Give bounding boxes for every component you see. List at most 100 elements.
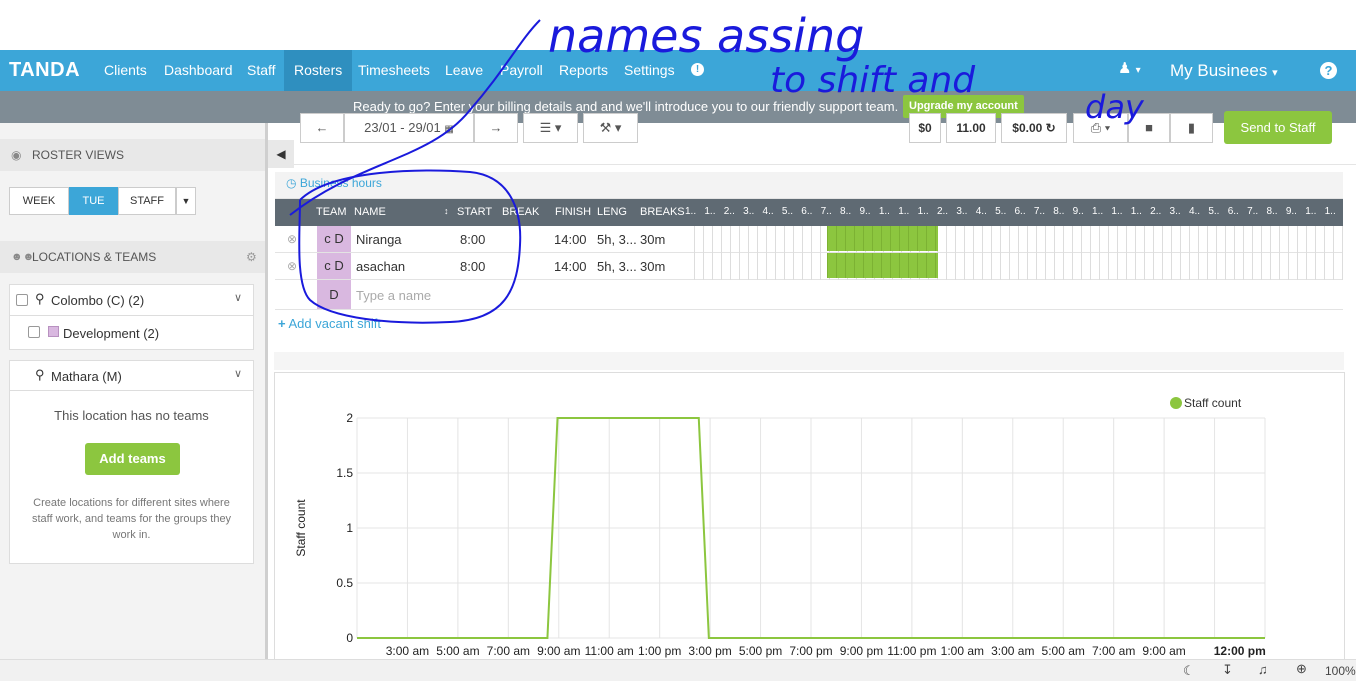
shift-bar[interactable] bbox=[827, 253, 938, 278]
list-menu-icon[interactable]: ☰ ▾ bbox=[523, 113, 578, 143]
nav-rosters[interactable]: Rosters bbox=[284, 50, 353, 91]
col-length[interactable]: LENG bbox=[597, 206, 627, 218]
shift-bar[interactable] bbox=[827, 226, 938, 251]
hour-label: 1.. bbox=[1130, 206, 1142, 217]
send-to-staff-button[interactable]: Send to Staff bbox=[1224, 111, 1332, 144]
remove-icon[interactable]: ⊗ bbox=[287, 232, 297, 246]
comment-icon[interactable]: ▮ bbox=[1170, 113, 1213, 143]
roster-views-header: ◉ ROSTER VIEWS bbox=[0, 139, 265, 171]
help-circle-icon[interactable]: ! bbox=[691, 63, 704, 76]
hour-label: 8.. bbox=[840, 206, 852, 217]
hour-label: 4.. bbox=[762, 206, 774, 217]
team-cell[interactable]: D bbox=[317, 280, 351, 309]
remove-icon[interactable]: ⊗ bbox=[287, 259, 297, 273]
colombo-checkbox[interactable] bbox=[16, 294, 28, 306]
finish-time[interactable]: 14:00 bbox=[554, 259, 587, 274]
view-week-button[interactable]: WEEK bbox=[9, 187, 69, 215]
start-time[interactable]: 8:00 bbox=[460, 232, 485, 247]
y-tick-label: 1 bbox=[346, 521, 353, 535]
col-breaks[interactable]: BREAKS bbox=[640, 206, 685, 218]
zoom-level[interactable]: 100% bbox=[1325, 664, 1356, 678]
add-teams-button[interactable]: Add teams bbox=[85, 443, 180, 475]
chart-svg: 0 0.5 1 1.5 2 3:00 am 5:00 am 7:00 am 9:00 am 11… bbox=[294, 396, 1266, 658]
staff-name[interactable]: Niranga bbox=[356, 232, 402, 247]
team-name: Development (2) bbox=[63, 326, 160, 341]
hour-label: 2.. bbox=[936, 206, 949, 217]
chevron-down-icon[interactable]: ∨ bbox=[234, 291, 242, 304]
nav-leave[interactable]: Leave bbox=[435, 50, 493, 91]
panel-splitter[interactable] bbox=[265, 123, 268, 659]
hour-label: 3.. bbox=[956, 206, 968, 217]
nav-timesheets[interactable]: Timesheets bbox=[348, 50, 440, 91]
timeline-grid[interactable] bbox=[694, 226, 1344, 280]
cost-total: $0 bbox=[909, 113, 941, 143]
business-menu[interactable]: My Businees ▾ bbox=[1170, 50, 1278, 91]
hour-label: 1.. bbox=[1092, 206, 1104, 217]
col-break[interactable]: BREAK bbox=[502, 206, 539, 218]
wrench-menu-icon[interactable]: ⚒ ▾ bbox=[583, 113, 638, 143]
wage-total[interactable]: $0.00 ↻ bbox=[1001, 113, 1067, 143]
date-range-picker[interactable]: 23/01 - 29/01 ▦ bbox=[344, 113, 474, 143]
nav-reports[interactable]: Reports bbox=[549, 50, 618, 91]
hour-label: 3.. bbox=[1169, 206, 1181, 217]
nav-settings[interactable]: Settings bbox=[614, 50, 685, 91]
nav-payroll[interactable]: Payroll bbox=[490, 50, 553, 91]
col-team[interactable]: TEAM bbox=[316, 206, 347, 218]
moon-icon[interactable]: ☾ bbox=[1183, 663, 1195, 679]
x-tick-label: 5:00 pm bbox=[739, 644, 782, 658]
team-cell[interactable]: c D bbox=[317, 253, 351, 279]
hour-label: 2.. bbox=[1150, 206, 1162, 217]
x-tick-label: 7:00 am bbox=[1092, 644, 1135, 658]
hour-label: 7.. bbox=[1033, 206, 1045, 217]
add-vacant-shift-link[interactable]: + Add vacant shift bbox=[278, 316, 381, 331]
team-cell[interactable]: c D bbox=[317, 226, 351, 252]
shift-length: 5h, 3... bbox=[597, 259, 637, 274]
y-tick-label: 2 bbox=[346, 411, 353, 425]
x-tick-label: 7:00 am bbox=[487, 644, 530, 658]
hour-label: 7.. bbox=[1247, 206, 1259, 217]
map-pin-icon: ⚲ bbox=[35, 367, 45, 382]
next-week-button[interactable]: → bbox=[474, 113, 518, 143]
business-hours-toggle[interactable]: ◷ Business hours bbox=[286, 176, 382, 190]
nav-clients[interactable]: Clients bbox=[94, 50, 157, 91]
view-dropdown-icon[interactable]: ▼ bbox=[176, 187, 196, 215]
col-start[interactable]: START bbox=[457, 206, 492, 218]
hour-labels: 1.. 1.. 2.. 3.. 4.. 5.. 6.. 7.. 8.. 9.. 1.. 1.. 1.. 2… bbox=[684, 199, 1343, 226]
y-tick-label: 1.5 bbox=[336, 466, 353, 480]
hour-label: 5.. bbox=[781, 206, 794, 217]
hour-label: 1.. bbox=[685, 206, 697, 217]
user-menu-icon[interactable]: ♟ ▾ bbox=[1118, 59, 1141, 77]
breaks-value[interactable]: 30m bbox=[640, 259, 665, 274]
x-tick-label: 1:00 am bbox=[941, 644, 984, 658]
hour-label: 4.. bbox=[975, 206, 987, 217]
gear-icon[interactable]: ⚙ bbox=[246, 241, 257, 273]
hour-label: 6.. bbox=[1014, 206, 1026, 217]
development-checkbox[interactable] bbox=[28, 326, 40, 338]
col-name[interactable]: NAME bbox=[354, 206, 386, 218]
view-staff-button[interactable]: STAFF bbox=[118, 187, 176, 215]
hour-label: 7.. bbox=[820, 206, 832, 217]
roster-table-header: TEAM NAME ↕ START BREAK FINISH LENG BREA… bbox=[275, 199, 1343, 226]
zoom-icon[interactable]: ⊕ bbox=[1296, 661, 1307, 677]
download-icon[interactable]: ↧ bbox=[1222, 662, 1233, 678]
breaks-value[interactable]: 30m bbox=[640, 232, 665, 247]
name-input[interactable]: Type a name bbox=[356, 288, 431, 303]
collapse-panel-icon[interactable]: ◀ bbox=[268, 140, 294, 168]
start-time[interactable]: 8:00 bbox=[460, 259, 485, 274]
col-finish[interactable]: FINISH bbox=[555, 206, 591, 218]
hour-label: 8.. bbox=[1053, 206, 1065, 217]
location-name: Colombo (C) (2) bbox=[51, 293, 145, 308]
nav-dashboard[interactable]: Dashboard bbox=[154, 50, 243, 91]
prev-week-button[interactable]: ← bbox=[300, 113, 344, 143]
chevron-down-icon[interactable]: ∨ bbox=[234, 367, 242, 380]
nav-staff[interactable]: Staff bbox=[237, 50, 286, 91]
tanda-logo[interactable]: TANDA bbox=[9, 59, 80, 82]
speaker-icon[interactable]: ♫ bbox=[1258, 662, 1268, 677]
print-menu-icon[interactable]: ⎙ ▾ bbox=[1073, 113, 1128, 143]
question-icon[interactable]: ? bbox=[1320, 62, 1337, 79]
hour-label: 5.. bbox=[1208, 206, 1220, 217]
view-tue-button[interactable]: TUE bbox=[69, 187, 118, 215]
clipboard-icon[interactable]: ■ bbox=[1128, 113, 1170, 143]
finish-time[interactable]: 14:00 bbox=[554, 232, 587, 247]
staff-name[interactable]: asachan bbox=[356, 259, 405, 274]
